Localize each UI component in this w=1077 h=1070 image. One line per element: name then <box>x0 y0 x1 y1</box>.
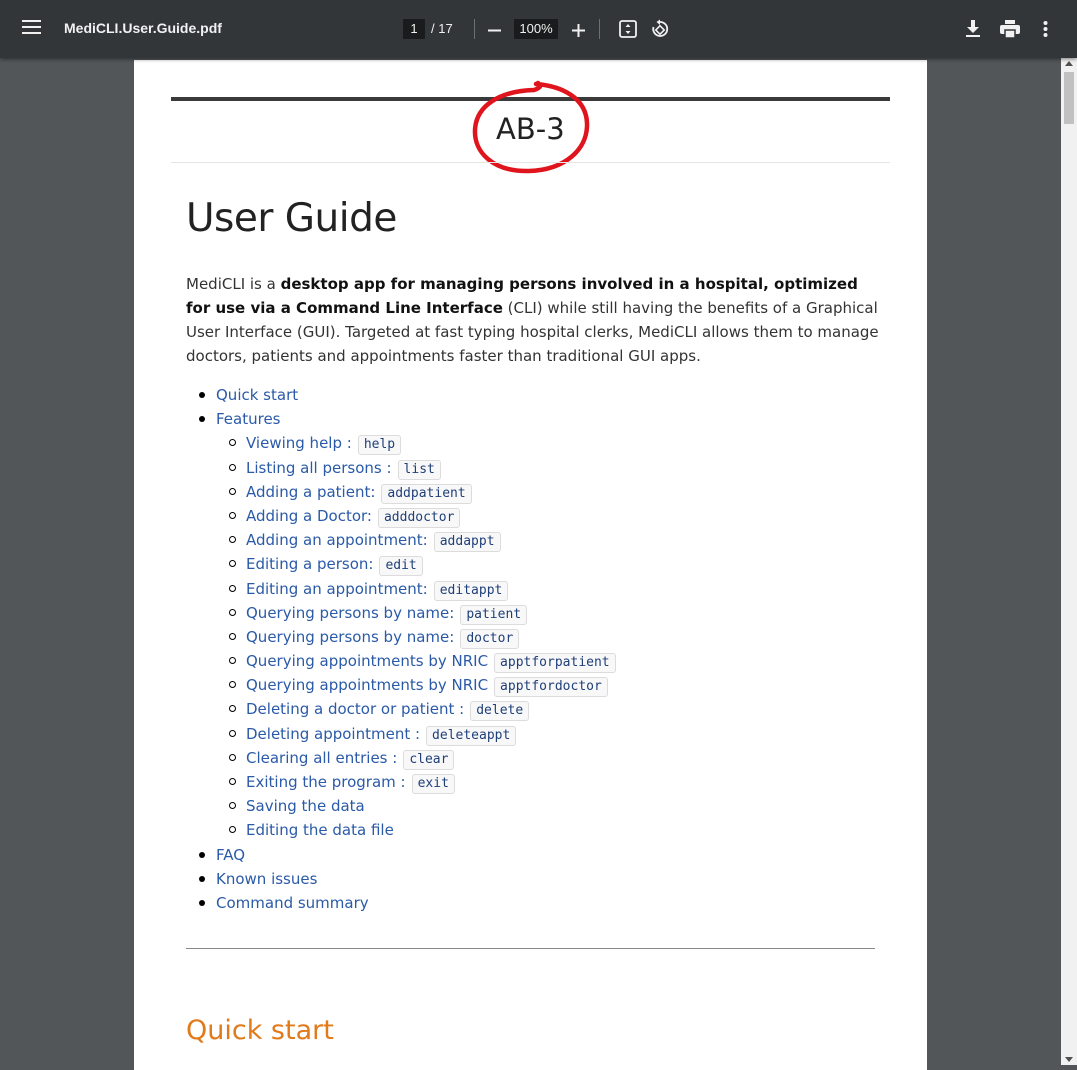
page-number-input[interactable]: 1 <box>403 19 425 39</box>
command-code[interactable]: apptfordoctor <box>494 677 608 698</box>
vertical-scrollbar[interactable] <box>1061 58 1077 1065</box>
toc-link[interactable]: Exiting the program : <box>246 773 406 791</box>
toc-link[interactable]: Features <box>216 410 281 428</box>
toc-link[interactable]: Deleting a doctor or patient : <box>246 700 464 718</box>
command-code[interactable]: patient <box>460 604 528 625</box>
intro-paragraph: MediCLI is a desktop app for managing pe… <box>186 272 886 368</box>
print-icon[interactable] <box>1000 20 1020 42</box>
toc-item: Querying appointments by NRIC apptforpati… <box>186 649 886 674</box>
command-code[interactable]: help <box>357 435 402 456</box>
command-code[interactable]: list <box>397 459 441 480</box>
toc-link[interactable]: Quick start <box>216 386 298 404</box>
section-divider <box>186 948 875 949</box>
command-code[interactable]: doctor <box>460 628 520 649</box>
command-code[interactable]: apptforpatient <box>494 653 616 674</box>
toc-link[interactable]: Viewing help : <box>246 434 352 452</box>
scroll-up-icon[interactable] <box>1065 61 1073 66</box>
toc-link[interactable]: Adding a Doctor: <box>246 507 372 525</box>
command-code[interactable]: addpatient <box>381 483 472 504</box>
toc-link[interactable]: Editing an appointment: <box>246 580 428 598</box>
toc-link[interactable]: Clearing all entries : <box>246 749 397 767</box>
toc-item: Features <box>186 407 886 431</box>
toc-link[interactable]: Querying persons by name: <box>246 628 454 646</box>
zoom-input[interactable]: 100% <box>514 19 558 39</box>
red-circle-annotation <box>472 80 590 174</box>
toc-item: Adding a patient: addpatient <box>186 480 886 504</box>
page-title: User Guide <box>186 196 397 241</box>
toc-link[interactable]: FAQ <box>216 846 245 864</box>
toc-item: Saving the data <box>186 794 886 818</box>
toc-link[interactable]: Editing a person: <box>246 555 373 573</box>
command-code[interactable]: deleteappt <box>426 725 517 746</box>
page-total: / 17 <box>431 21 453 36</box>
toc-link[interactable]: Querying persons by name: <box>246 604 454 622</box>
toolbar-divider <box>599 19 600 39</box>
command-code[interactable]: addappt <box>433 532 501 553</box>
toc-item: Querying persons by name: doctor <box>186 625 886 649</box>
fit-page-icon[interactable] <box>619 20 637 42</box>
pdf-page: AB-3 User Guide MediCLI is a desktop app… <box>134 60 927 1070</box>
table-of-contents: Quick start Features Viewing help : help Lis… <box>186 383 886 915</box>
toc-item: Querying persons by name: patient <box>186 601 886 625</box>
toc-item: Exiting the program : exit <box>186 770 886 794</box>
rotate-icon[interactable] <box>650 19 670 43</box>
toc-item: Known issues <box>186 867 886 891</box>
toc-link[interactable]: Command summary <box>216 894 369 912</box>
toc-link[interactable]: Editing the data file <box>246 821 394 839</box>
toc-item: Listing all persons : list <box>186 456 886 480</box>
toolbar-divider <box>474 19 475 39</box>
toc-link[interactable]: Deleting appointment : <box>246 725 420 743</box>
pdf-toolbar: MediCLI.User.Guide.pdf 1 / 17 100% <box>0 0 1077 58</box>
toc-item: Editing a person: edit <box>186 552 886 577</box>
header-divider <box>171 162 890 163</box>
toc-link[interactable]: Known issues <box>216 870 317 888</box>
toc-item: FAQ <box>186 843 886 867</box>
toc-item: Querying appointments by NRIC apptfordoct… <box>186 673 886 698</box>
toc-item: Adding a Doctor: adddoctor <box>186 504 886 528</box>
command-code[interactable]: clear <box>403 749 455 770</box>
toc-item: Editing an appointment: editappt <box>186 577 886 601</box>
document-title: MediCLI.User.Guide.pdf <box>64 20 222 36</box>
command-code[interactable]: exit <box>411 774 455 794</box>
command-code[interactable]: editappt <box>433 580 509 601</box>
more-vert-icon[interactable] <box>1043 21 1048 41</box>
toc-item: Command summary <box>186 891 886 915</box>
toc-link[interactable]: Adding a patient: <box>246 483 375 501</box>
command-code[interactable]: edit <box>379 556 423 577</box>
toc-item: Deleting appointment : deleteappt <box>186 722 886 746</box>
toc-item: Deleting a doctor or patient : delete <box>186 697 886 722</box>
toc-item: Viewing help : help <box>186 431 886 456</box>
toc-item: Clearing all entries : clear <box>186 746 886 770</box>
menu-icon[interactable] <box>22 20 41 38</box>
toc-link[interactable]: Saving the data <box>246 797 365 815</box>
plus-icon[interactable] <box>572 22 585 41</box>
toc-item: Adding an appointment: addappt <box>186 528 886 553</box>
toc-link[interactable]: Querying appointments by NRIC <box>246 676 488 694</box>
intro-text: MediCLI is a <box>186 275 281 293</box>
toc-link[interactable]: Adding an appointment: <box>246 531 428 549</box>
toc-link[interactable]: Querying appointments by NRIC <box>246 652 488 670</box>
minus-icon[interactable] <box>488 22 501 41</box>
command-code[interactable]: delete <box>470 701 530 722</box>
section-heading: Quick start <box>186 1015 334 1046</box>
toc-link[interactable]: Listing all persons : <box>246 459 392 477</box>
scroll-down-icon[interactable] <box>1065 1057 1073 1062</box>
download-icon[interactable] <box>965 20 981 41</box>
toc-item: Editing the data file <box>186 818 886 842</box>
command-code[interactable]: adddoctor <box>377 507 461 528</box>
scrollbar-thumb[interactable] <box>1064 72 1074 124</box>
toc-item: Quick start <box>186 383 886 407</box>
